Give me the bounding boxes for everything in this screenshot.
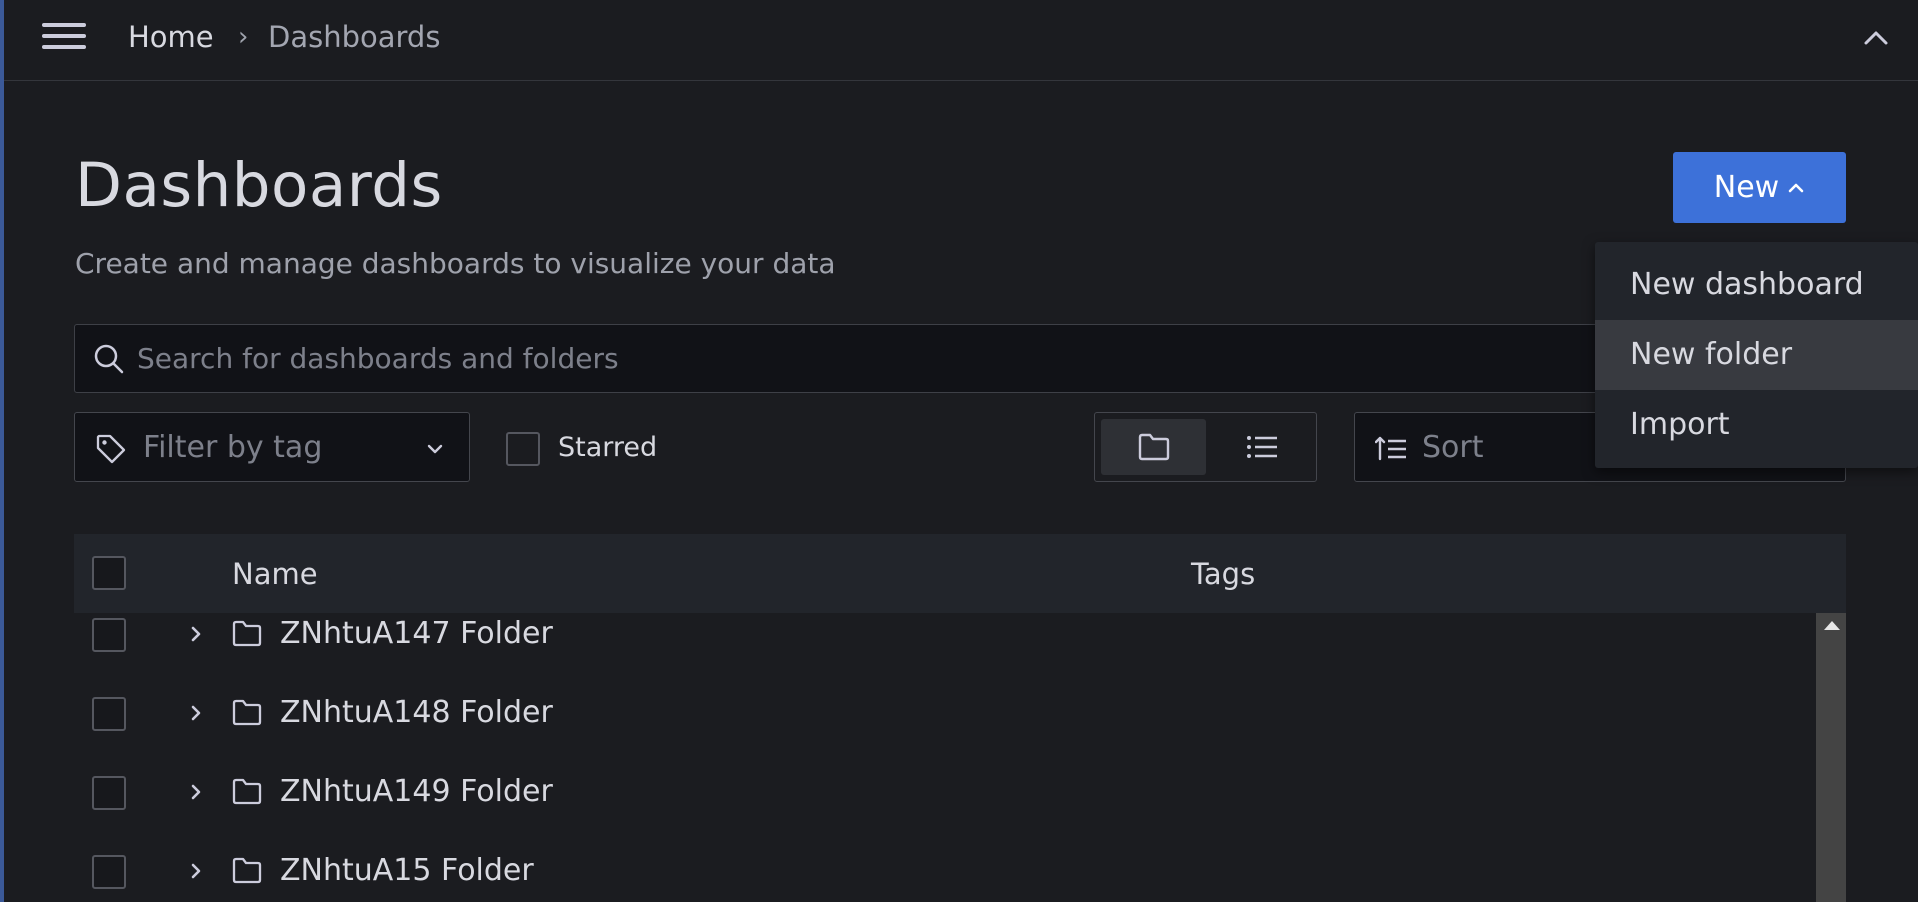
new-dropdown-menu: New dashboard New folder Import [1595, 242, 1918, 468]
breadcrumb-separator: › [238, 22, 249, 52]
row-title[interactable]: ZNhtuA147 Folder [280, 616, 553, 651]
tag-icon [96, 434, 126, 464]
page-subtitle: Create and manage dashboards to visualiz… [75, 247, 836, 280]
chevron-up-icon[interactable] [1862, 24, 1890, 52]
table-row[interactable]: ZNhtuA148 Folder [74, 676, 1816, 755]
hamburger-menu-icon[interactable] [42, 23, 88, 55]
column-header-tags: Tags [1191, 557, 1256, 591]
breadcrumb-current: Dashboards [268, 20, 441, 54]
scroll-up-arrow-icon[interactable] [1824, 621, 1840, 630]
new-button[interactable]: New [1673, 152, 1846, 223]
table-row[interactable]: ZNhtuA149 Folder [74, 755, 1816, 834]
page-title: Dashboards [75, 150, 443, 221]
chevron-right-icon[interactable] [186, 701, 206, 725]
row-title[interactable]: ZNhtuA149 Folder [280, 774, 553, 809]
menu-item-import[interactable]: Import [1595, 390, 1918, 460]
menu-item-new-dashboard[interactable]: New dashboard [1595, 250, 1918, 320]
table-row[interactable]: ZNhtuA147 Folder [74, 597, 1816, 676]
view-toggle [1094, 412, 1317, 482]
table-row[interactable]: ZNhtuA15 Folder [74, 834, 1816, 902]
folder-icon [232, 857, 262, 884]
breadcrumb-home[interactable]: Home [128, 20, 214, 54]
starred-checkbox[interactable] [506, 432, 540, 466]
top-navigation-bar: Home › Dashboards [4, 0, 1918, 81]
folder-icon [232, 778, 262, 805]
chevron-up-icon [1788, 183, 1804, 192]
tag-filter-select[interactable]: Filter by tag [74, 412, 470, 482]
row-title[interactable]: ZNhtuA15 Folder [280, 853, 534, 888]
chevron-right-icon[interactable] [186, 859, 206, 883]
row-checkbox[interactable] [92, 776, 126, 810]
search-field[interactable] [74, 324, 1646, 393]
starred-label[interactable]: Starred [558, 432, 657, 463]
row-title[interactable]: ZNhtuA148 Folder [280, 695, 553, 730]
menu-item-new-folder[interactable]: New folder [1595, 320, 1918, 390]
folder-icon [232, 699, 262, 726]
column-header-name: Name [232, 557, 318, 591]
new-button-label: New [1713, 170, 1780, 205]
row-checkbox[interactable] [92, 855, 126, 889]
sort-placeholder: Sort [1422, 430, 1484, 465]
folder-icon [232, 620, 262, 647]
tag-filter-placeholder: Filter by tag [143, 430, 323, 465]
folder-view-button[interactable] [1101, 419, 1206, 475]
chevron-down-icon [427, 444, 443, 454]
chevron-right-icon[interactable] [186, 780, 206, 804]
table-scrollbar[interactable] [1816, 613, 1846, 902]
list-view-button[interactable] [1213, 419, 1311, 475]
search-icon [94, 344, 124, 374]
list-icon [1247, 436, 1277, 458]
select-all-checkbox[interactable] [92, 556, 126, 590]
sort-ascending-icon [1375, 436, 1406, 461]
left-edge-accent [0, 0, 4, 902]
dashboards-table: Name Tags ZNhtuA147 Folder ZNhtuA148 Fol… [74, 534, 1846, 902]
row-checkbox[interactable] [92, 618, 126, 652]
chevron-right-icon[interactable] [186, 622, 206, 646]
row-checkbox[interactable] [92, 697, 126, 731]
folder-icon [1138, 433, 1169, 461]
search-input[interactable] [137, 325, 1537, 392]
